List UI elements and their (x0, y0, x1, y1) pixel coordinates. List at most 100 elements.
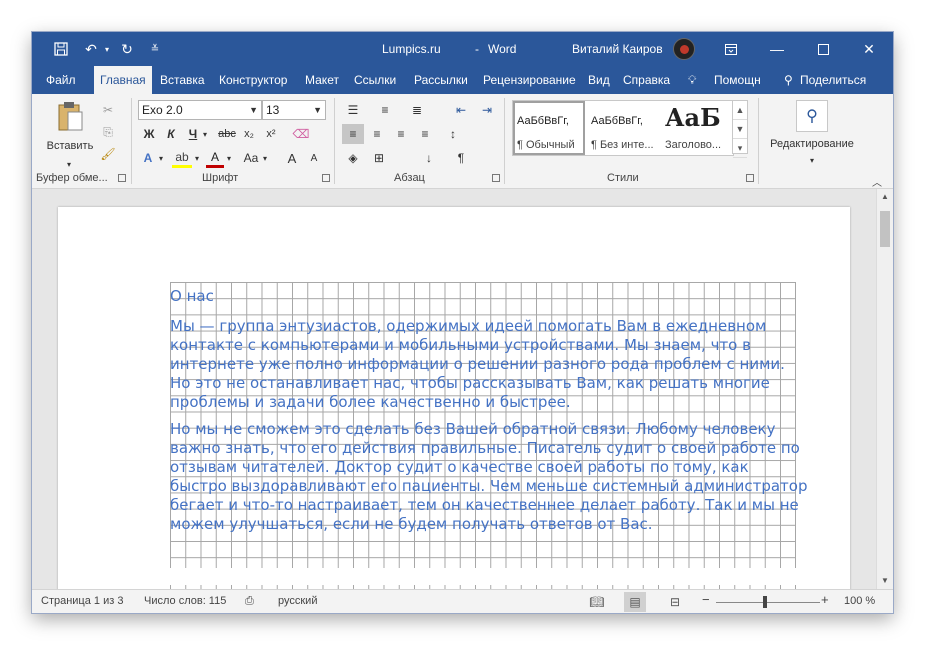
scroll-up-icon[interactable]: ▲ (877, 189, 893, 205)
chevron-down-icon[interactable]: ▾ (224, 148, 234, 168)
chevron-down-icon[interactable]: ▼ (733, 120, 747, 139)
more-styles-icon[interactable]: ▾ (733, 139, 747, 158)
copy-icon[interactable]: ⎘ (98, 122, 118, 142)
style-normal[interactable]: АаБбВвГг, ¶ Обычный (513, 101, 585, 155)
chevron-down-icon[interactable]: ▾ (806, 150, 818, 170)
read-mode-icon[interactable]: 📖︎ (586, 592, 608, 612)
group-divider (131, 98, 132, 184)
ribbon-display-icon[interactable] (708, 32, 754, 66)
clear-formatting-icon[interactable]: ⌫ (290, 124, 312, 144)
underline-dropdown-icon[interactable]: ▾ (200, 124, 210, 144)
tab-mailings[interactable]: Рассылки (414, 66, 468, 94)
bold-button[interactable]: Ж (140, 124, 158, 144)
ribbon: Вставить ▾ ✂ ⎘ 🖌︎ Буфер обме... Exo 2.0 … (32, 94, 893, 189)
tab-file[interactable]: Файл (46, 66, 76, 94)
zoom-slider-knob[interactable] (763, 596, 767, 608)
tab-view[interactable]: Вид (588, 66, 610, 94)
styles-group-label: Стили (607, 172, 639, 184)
paragraph-launcher-icon[interactable] (492, 174, 500, 182)
avatar[interactable] (673, 38, 695, 60)
align-left-icon[interactable]: ≡ (342, 124, 364, 144)
zoom-slider[interactable] (716, 602, 820, 603)
multilevel-list-icon[interactable]: ≣ (406, 100, 428, 120)
font-color-icon[interactable]: A (206, 148, 224, 168)
share-button[interactable]: Поделиться (800, 66, 866, 94)
tab-tell-me[interactable]: Помощн (714, 66, 761, 94)
tab-review[interactable]: Рецензирование (483, 66, 576, 94)
styles-launcher-icon[interactable] (746, 174, 754, 182)
user-name[interactable]: Виталий Каиров (572, 42, 663, 56)
scroll-thumb[interactable] (880, 211, 890, 247)
tab-insert[interactable]: Вставка (160, 66, 205, 94)
decrease-indent-icon[interactable]: ⇤ (450, 100, 472, 120)
person-icon: ⚲ (784, 73, 793, 87)
document-page[interactable]: О нас Мы — группа энтузиастов, одержимых… (58, 207, 850, 589)
shading-icon[interactable]: ◈ (342, 148, 364, 168)
zoom-level[interactable]: 100 % (844, 595, 875, 607)
clipboard-launcher-icon[interactable] (118, 174, 126, 182)
shrink-font-button[interactable]: A (306, 148, 322, 168)
collapse-ribbon-icon[interactable]: ︿ (872, 174, 882, 189)
chevron-up-icon[interactable]: ▲ (733, 101, 747, 120)
search-icon[interactable]: ⚲ (796, 100, 828, 132)
chevron-down-icon[interactable]: ▾ (260, 148, 270, 168)
grow-font-button[interactable]: A (284, 148, 300, 168)
paste-dropdown-icon[interactable]: ▾ (62, 154, 76, 174)
align-center-icon[interactable]: ≡ (366, 124, 388, 144)
document-text[interactable]: О нас Мы — группа энтузиастов, одержимых… (170, 287, 810, 542)
numbering-icon[interactable]: ≡ (374, 100, 396, 120)
justify-icon[interactable]: ≡ (414, 124, 436, 144)
chevron-down-icon[interactable]: ▾ (156, 148, 166, 168)
style-heading[interactable]: АаБ Заголово... (661, 101, 733, 155)
line-spacing-icon[interactable]: ↕ (442, 124, 464, 144)
paste-button[interactable]: Вставить (44, 136, 96, 156)
text-effects-icon[interactable]: A (138, 148, 158, 168)
style-sample: АаБбВвГг, (591, 115, 643, 127)
change-case-button[interactable]: Aa (240, 148, 262, 168)
maximize-icon[interactable] (800, 32, 846, 66)
tab-references[interactable]: Ссылки (354, 66, 396, 94)
zoom-in-button[interactable]: + (821, 592, 829, 607)
minimize-icon[interactable]: — (754, 32, 800, 66)
tab-home[interactable]: Главная (94, 66, 152, 94)
tab-design[interactable]: Конструктор (219, 66, 287, 94)
strikethrough-button[interactable]: abc (216, 124, 238, 144)
font-launcher-icon[interactable] (322, 174, 330, 182)
redo-icon[interactable]: ↻ (116, 39, 138, 59)
subscript-button[interactable]: x₂ (240, 124, 258, 144)
highlight-icon[interactable]: ab (172, 148, 192, 168)
bullets-icon[interactable]: ☰ (342, 100, 364, 120)
style-no-spacing[interactable]: АаБбВвГг, ¶ Без инте... (587, 101, 659, 155)
vertical-scrollbar[interactable]: ▲ ▼ (876, 189, 893, 589)
page-count[interactable]: Страница 1 из 3 (41, 595, 123, 607)
proofing-icon[interactable]: ⎙ (245, 595, 254, 608)
sort-icon[interactable]: ↓ (418, 148, 440, 168)
tab-help[interactable]: Справка (623, 66, 670, 94)
save-icon[interactable] (50, 39, 72, 59)
chevron-down-icon[interactable]: ▾ (192, 148, 202, 168)
tab-layout[interactable]: Макет (305, 66, 339, 94)
format-painter-icon[interactable]: 🖌︎ (98, 144, 118, 164)
web-layout-icon[interactable]: ⊟ (664, 592, 686, 612)
close-icon[interactable]: ✕ (846, 32, 892, 66)
increase-indent-icon[interactable]: ⇥ (476, 100, 498, 120)
scroll-down-icon[interactable]: ▼ (877, 573, 893, 589)
paste-icon[interactable] (56, 100, 84, 132)
borders-icon[interactable]: ⊞ (368, 148, 390, 168)
print-layout-icon[interactable]: ▤ (624, 592, 646, 612)
font-name-combo[interactable]: Exo 2.0 ▼ (138, 100, 262, 120)
zoom-out-button[interactable]: − (702, 592, 710, 607)
word-count[interactable]: Число слов: 115 (144, 595, 226, 607)
chevron-down-icon: ▼ (249, 105, 258, 115)
superscript-button[interactable]: x² (262, 124, 280, 144)
customize-icon[interactable]: ≚ (144, 39, 166, 59)
language-label[interactable]: русский (278, 595, 317, 607)
italic-button[interactable]: К (162, 124, 180, 144)
font-size-combo[interactable]: 13 ▼ (262, 100, 326, 120)
undo-dropdown-icon[interactable]: ▾ (96, 39, 118, 59)
align-right-icon[interactable]: ≡ (390, 124, 412, 144)
chevron-down-icon: ▼ (313, 105, 322, 115)
cut-icon[interactable]: ✂ (98, 100, 118, 120)
show-formatting-icon[interactable]: ¶ (450, 148, 472, 168)
page-gridlines-gap (170, 568, 796, 585)
